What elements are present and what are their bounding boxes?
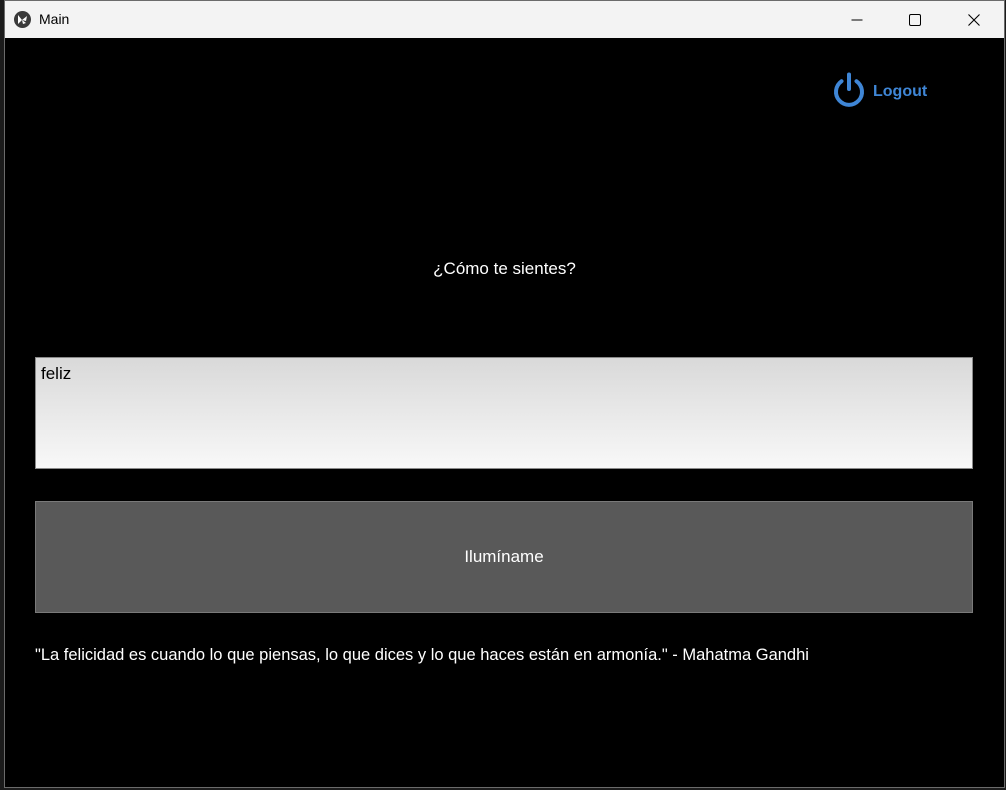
illuminate-button-label: Ilumíname bbox=[464, 547, 544, 566]
kivy-logo-icon bbox=[14, 11, 31, 28]
illuminate-button[interactable]: Ilumíname bbox=[35, 501, 973, 613]
main-content: Logout ¿Cómo te sientes? feliz Ilumíname… bbox=[5, 38, 1004, 787]
minimize-button[interactable] bbox=[828, 1, 886, 38]
app-window: Main Logout ¿Cómo te sientes? feliz Ilum… bbox=[4, 0, 1005, 788]
window-title: Main bbox=[39, 11, 70, 27]
minimize-icon bbox=[851, 14, 863, 26]
close-icon bbox=[968, 13, 980, 26]
logout-label: Logout bbox=[873, 83, 928, 100]
feeling-input[interactable]: feliz bbox=[35, 357, 973, 469]
logout-button[interactable]: Logout bbox=[830, 72, 927, 112]
maximize-button[interactable] bbox=[886, 1, 944, 38]
maximize-icon bbox=[909, 13, 921, 26]
quote-text: "La felicidad es cuando lo que piensas, … bbox=[35, 646, 809, 664]
title-bar[interactable]: Main bbox=[5, 1, 1004, 38]
feeling-prompt: ¿Cómo te sientes? bbox=[433, 259, 576, 278]
power-icon bbox=[830, 71, 868, 114]
close-button[interactable] bbox=[945, 1, 1003, 38]
